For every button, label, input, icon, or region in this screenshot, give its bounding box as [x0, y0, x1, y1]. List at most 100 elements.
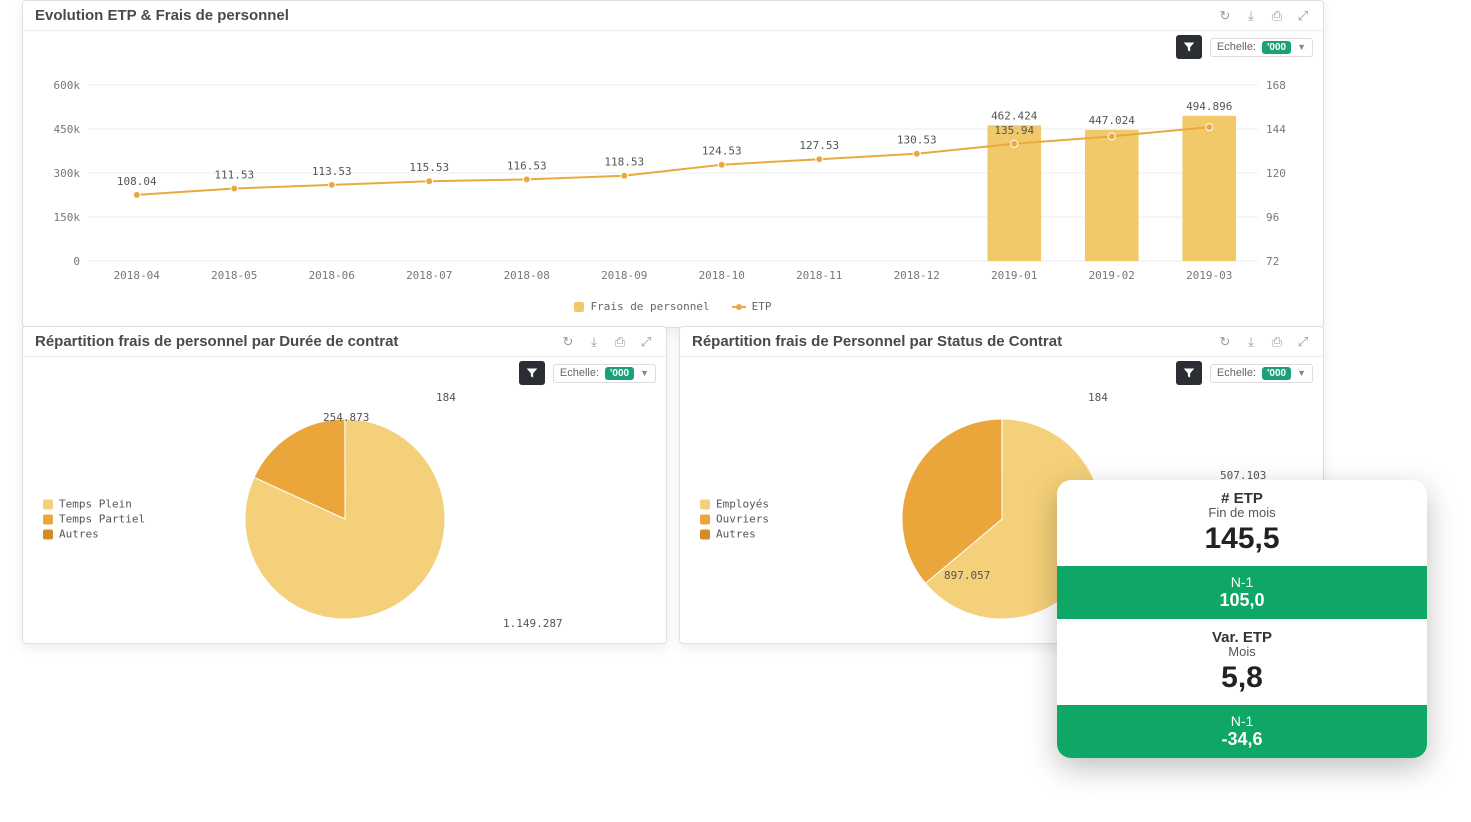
- echelle-dropdown[interactable]: Echelle: '000 ▼: [553, 364, 656, 383]
- filter-button[interactable]: [1176, 361, 1202, 385]
- combo-legend: Frais de personnel ETP: [35, 294, 1311, 315]
- kpi-val-2: 5,8: [1073, 661, 1411, 695]
- svg-text:2018-06: 2018-06: [309, 269, 355, 282]
- expand-icon[interactable]: ⤢: [1295, 334, 1311, 350]
- svg-text:108.04: 108.04: [117, 175, 157, 188]
- panel-pie1-title: Répartition frais de personnel par Durée…: [35, 333, 398, 350]
- pie2-legend: Employés Ouvriers Autres: [700, 496, 769, 543]
- svg-text:168: 168: [1266, 79, 1286, 92]
- pie2-label-3: 184: [1088, 391, 1108, 404]
- kpi-band-1-label: N-1: [1057, 574, 1427, 590]
- chevron-down-icon: ▼: [1297, 42, 1306, 52]
- svg-text:116.53: 116.53: [507, 159, 547, 172]
- refresh-icon[interactable]: ↻: [560, 334, 576, 350]
- svg-text:2018-07: 2018-07: [406, 269, 452, 282]
- svg-text:150k: 150k: [54, 211, 81, 224]
- print-icon[interactable]: ⎙: [1269, 334, 1285, 350]
- svg-text:2018-05: 2018-05: [211, 269, 257, 282]
- svg-text:130.53: 130.53: [897, 134, 937, 147]
- kpi-band-1-val: 105,0: [1057, 590, 1427, 611]
- panel-main-title: Evolution ETP & Frais de personnel: [35, 7, 289, 24]
- svg-text:462.424: 462.424: [991, 109, 1038, 122]
- svg-text:2019-01: 2019-01: [991, 269, 1037, 282]
- echelle-dropdown[interactable]: Echelle: '000 ▼: [1210, 364, 1313, 383]
- panel-main: Evolution ETP & Frais de personnel ↻ ⤓ ⎙…: [22, 0, 1324, 328]
- panel-pie2-header: Répartition frais de Personnel par Statu…: [680, 327, 1323, 357]
- panel-pie1-header: Répartition frais de personnel par Durée…: [23, 327, 666, 357]
- panel-pie1-toolbar: Echelle: '000 ▼: [23, 357, 666, 389]
- echelle-dropdown[interactable]: Echelle: '000 ▼: [1210, 38, 1313, 57]
- svg-text:2018-10: 2018-10: [699, 269, 745, 282]
- svg-text:72: 72: [1266, 255, 1279, 268]
- export-icon[interactable]: ⤓: [1243, 8, 1259, 24]
- kpi-block-2: Var. ETP Mois 5,8: [1057, 619, 1427, 705]
- echelle-value: '000: [605, 367, 634, 380]
- kpi-sub-1: Fin de mois: [1073, 505, 1411, 520]
- echelle-value: '000: [1262, 367, 1291, 380]
- echelle-label: Echelle:: [1217, 367, 1256, 379]
- svg-text:2018-12: 2018-12: [894, 269, 940, 282]
- svg-text:115.53: 115.53: [409, 161, 449, 174]
- filter-button[interactable]: [519, 361, 545, 385]
- pie1-body: Temps Plein Temps Partiel Autres 1.149.2…: [23, 389, 666, 649]
- svg-text:113.53: 113.53: [312, 165, 352, 178]
- kpi-band-2-label: N-1: [1057, 713, 1427, 729]
- svg-text:111.53: 111.53: [214, 169, 254, 182]
- svg-text:124.53: 124.53: [702, 145, 742, 158]
- echelle-value: '000: [1262, 41, 1291, 54]
- panel-main-actions: ↻ ⤓ ⎙ ⤢: [1217, 8, 1311, 24]
- svg-text:2018-08: 2018-08: [504, 269, 550, 282]
- kpi-sub-2: Mois: [1073, 644, 1411, 659]
- svg-text:144: 144: [1266, 123, 1286, 136]
- export-icon[interactable]: ⤓: [586, 334, 602, 350]
- panel-main-toolbar: Echelle: '000 ▼: [23, 31, 1323, 63]
- svg-text:118.53: 118.53: [604, 156, 644, 169]
- panel-pie2-title: Répartition frais de Personnel par Statu…: [692, 333, 1062, 350]
- pie1-chart: [235, 409, 455, 629]
- expand-icon[interactable]: ⤢: [1295, 8, 1311, 24]
- svg-text:494.896: 494.896: [1186, 100, 1232, 113]
- svg-text:600k: 600k: [54, 79, 81, 92]
- kpi-band-1: N-1 105,0: [1057, 566, 1427, 619]
- pie1-label-1: 1.149.287: [503, 617, 563, 630]
- svg-text:447.024: 447.024: [1089, 114, 1136, 127]
- panel-pie1: Répartition frais de personnel par Durée…: [22, 326, 667, 644]
- panel-main-header: Evolution ETP & Frais de personnel ↻ ⤓ ⎙…: [23, 1, 1323, 31]
- svg-text:96: 96: [1266, 211, 1279, 224]
- legend-bar: Frais de personnel: [574, 300, 709, 313]
- svg-text:135.94: 135.94: [994, 124, 1034, 137]
- panel-pie1-actions: ↻ ⤓ ⎙ ⤢: [560, 334, 654, 350]
- refresh-icon[interactable]: ↻: [1217, 334, 1233, 350]
- legend-line: ETP: [732, 300, 772, 313]
- pie1-legend: Temps Plein Temps Partiel Autres: [43, 496, 145, 543]
- filter-button[interactable]: [1176, 35, 1202, 59]
- svg-text:300k: 300k: [54, 167, 81, 180]
- chevron-down-icon: ▼: [640, 368, 649, 378]
- combo-chart: 0150k300k450k600k72961201441682018-04201…: [35, 71, 1311, 291]
- kpi-val-1: 145,5: [1073, 522, 1411, 556]
- svg-text:127.53: 127.53: [799, 139, 839, 152]
- svg-text:2019-03: 2019-03: [1186, 269, 1232, 282]
- panel-pie2-actions: ↻ ⤓ ⎙ ⤢: [1217, 334, 1311, 350]
- export-icon[interactable]: ⤓: [1243, 334, 1259, 350]
- print-icon[interactable]: ⎙: [1269, 8, 1285, 24]
- kpi-band-2-val: -34,6: [1057, 729, 1427, 750]
- kpi-card: # ETP Fin de mois 145,5 N-1 105,0 Var. E…: [1057, 480, 1427, 758]
- svg-text:0: 0: [73, 255, 80, 268]
- echelle-label: Echelle:: [1217, 41, 1256, 53]
- svg-text:2018-11: 2018-11: [796, 269, 842, 282]
- svg-text:2018-04: 2018-04: [114, 269, 161, 282]
- print-icon[interactable]: ⎙: [612, 334, 628, 350]
- echelle-label: Echelle:: [560, 367, 599, 379]
- kpi-band-2: N-1 -34,6: [1057, 705, 1427, 758]
- expand-icon[interactable]: ⤢: [638, 334, 654, 350]
- refresh-icon[interactable]: ↻: [1217, 8, 1233, 24]
- pie1-label-2: 254.873: [323, 411, 369, 424]
- svg-text:2019-02: 2019-02: [1089, 269, 1135, 282]
- svg-text:450k: 450k: [54, 123, 81, 136]
- pie1-label-3: 184: [436, 391, 456, 404]
- chevron-down-icon: ▼: [1297, 368, 1306, 378]
- kpi-block-1: # ETP Fin de mois 145,5: [1057, 480, 1427, 566]
- svg-text:2018-09: 2018-09: [601, 269, 647, 282]
- panel-pie2-toolbar: Echelle: '000 ▼: [680, 357, 1323, 389]
